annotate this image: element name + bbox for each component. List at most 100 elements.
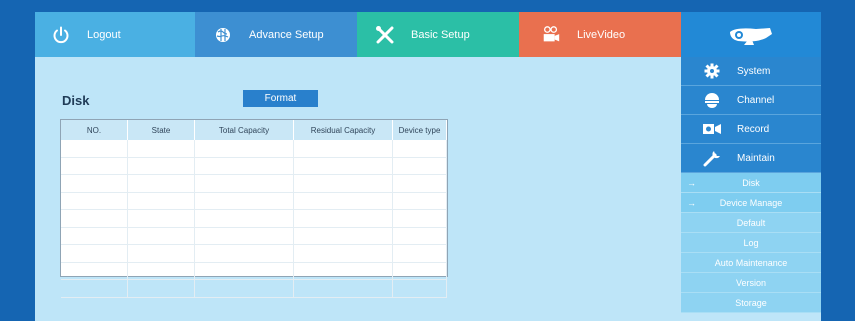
table-cell: [293, 140, 393, 158]
page-title: Disk: [62, 93, 90, 108]
table-cell: [194, 227, 294, 245]
table-cell: [194, 244, 294, 263]
video-camera-icon: [541, 25, 561, 45]
column-header: NO.: [61, 120, 128, 140]
sidebar-item-label: Log: [743, 237, 759, 248]
maintain-button[interactable]: Maintain: [681, 144, 821, 173]
table-row[interactable]: [61, 262, 447, 280]
table-cell: [392, 227, 447, 245]
table-cell: [127, 209, 195, 228]
table-row[interactable]: [61, 157, 447, 175]
table-cell: [61, 279, 128, 298]
arrow-right-icon: →: [687, 177, 696, 188]
sidebar-item-label: Disk: [742, 177, 760, 188]
live-video-label: LiveVideo: [577, 28, 626, 41]
sidebar-item-default[interactable]: Default: [681, 213, 821, 233]
top-nav: Logout Advance Setup Basic Setup LiveVid…: [35, 12, 821, 63]
maintain-label: Maintain: [737, 152, 775, 164]
table-row[interactable]: [61, 227, 447, 245]
table-cell: [61, 174, 128, 193]
tools-icon: [375, 25, 395, 45]
table-cell: [392, 192, 447, 210]
table-cell: [293, 192, 393, 210]
gear-icon: [701, 62, 723, 80]
disk-table: NO. State Total Capacity Residual Capaci…: [60, 119, 448, 298]
table-row[interactable]: [61, 209, 447, 228]
sidebar-item-disk[interactable]: → Disk: [681, 173, 821, 193]
sidebar: System Channel Record Maintain → Disk →: [681, 57, 821, 321]
table-cell: [127, 140, 195, 158]
sidebar-item-label: Auto Maintenance: [714, 257, 788, 268]
logout-label: Logout: [87, 28, 121, 41]
brand-logo: [681, 12, 821, 57]
table-cell: [127, 244, 195, 263]
arrow-right-icon: →: [687, 197, 696, 208]
table-row[interactable]: [61, 279, 447, 298]
table-cell: [392, 209, 447, 228]
table-cell: [194, 140, 294, 158]
basic-setup-label: Basic Setup: [411, 28, 470, 41]
channel-button[interactable]: Channel: [681, 86, 821, 115]
table-cell: [293, 244, 393, 263]
column-header: Residual Capacity: [293, 120, 393, 140]
camera-logo-icon: [730, 27, 772, 45]
table-cell: [293, 174, 393, 193]
table-cell: [61, 140, 128, 158]
table-header-row: NO. State Total Capacity Residual Capaci…: [61, 120, 447, 140]
table-cell: [127, 279, 195, 298]
table-cell: [194, 174, 294, 193]
table-cell: [194, 192, 294, 210]
table-cell: [293, 279, 393, 298]
logout-tab[interactable]: Logout: [35, 12, 195, 57]
table-cell: [127, 227, 195, 245]
power-icon: [51, 25, 71, 45]
sidebar-item-version[interactable]: Version: [681, 273, 821, 293]
table-cell: [392, 157, 447, 175]
live-video-tab[interactable]: LiveVideo: [519, 12, 681, 57]
table-cell: [293, 157, 393, 175]
table-cell: [61, 192, 128, 210]
channel-label: Channel: [737, 94, 775, 106]
table-cell: [392, 262, 447, 280]
column-header: Device type: [392, 120, 447, 140]
dome-camera-icon: [701, 91, 723, 109]
app-frame: Logout Advance Setup Basic Setup LiveVid…: [35, 12, 821, 321]
system-button[interactable]: System: [681, 57, 821, 86]
sidebar-item-label: Storage: [735, 297, 767, 308]
record-button[interactable]: Record: [681, 115, 821, 144]
table-cell: [392, 244, 447, 263]
advance-setup-label: Advance Setup: [249, 28, 324, 41]
table-cell: [61, 209, 128, 228]
table-cell: [127, 262, 195, 280]
table-cell: [293, 227, 393, 245]
system-label: System: [737, 65, 771, 77]
sidebar-item-log[interactable]: Log: [681, 233, 821, 253]
table-cell: [293, 262, 393, 280]
table-cell: [392, 279, 447, 298]
basic-setup-tab[interactable]: Basic Setup: [357, 12, 519, 57]
table-cell: [194, 262, 294, 280]
table-cell: [127, 174, 195, 193]
sidebar-item-label: Default: [736, 217, 766, 228]
table-cell: [61, 227, 128, 245]
wrench-icon: [701, 149, 723, 167]
table-cell: [61, 157, 128, 175]
table-row[interactable]: [61, 244, 447, 263]
table-cell: [127, 157, 195, 175]
sidebar-item-storage[interactable]: Storage: [681, 293, 821, 313]
table-row[interactable]: [61, 140, 447, 158]
table-row[interactable]: [61, 192, 447, 210]
sidebar-item-auto-maintenance[interactable]: Auto Maintenance: [681, 253, 821, 273]
table-row[interactable]: [61, 174, 447, 193]
globe-icon: [213, 25, 233, 45]
table-cell: [194, 209, 294, 228]
table-cell: [293, 209, 393, 228]
format-button[interactable]: Format: [243, 90, 318, 107]
table-cell: [127, 192, 195, 210]
main-panel: Disk Format NO. State Total Capacity Res…: [35, 57, 681, 321]
table-cell: [392, 174, 447, 193]
record-label: Record: [737, 123, 770, 135]
table-cell: [194, 279, 294, 298]
advance-setup-tab[interactable]: Advance Setup: [195, 12, 357, 63]
sidebar-item-device-manage[interactable]: → Device Manage: [681, 193, 821, 213]
